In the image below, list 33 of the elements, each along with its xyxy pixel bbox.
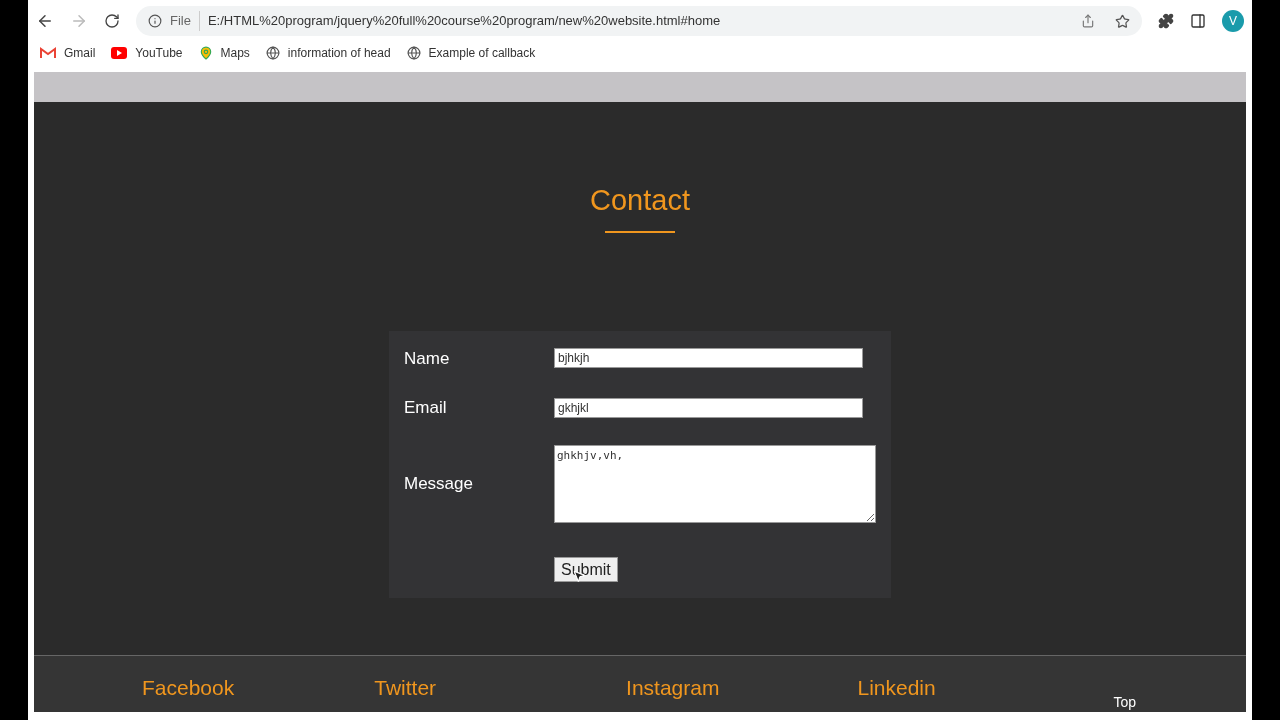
mail-icon	[40, 47, 56, 59]
bookmark[interactable]: YouTube	[111, 44, 183, 62]
reload-icon[interactable]	[104, 13, 120, 29]
top-link[interactable]: Top	[1113, 695, 1136, 709]
submit-button[interactable]: Submit	[554, 556, 618, 582]
side-panel-icon[interactable]	[1190, 13, 1206, 29]
map-pin-icon	[198, 46, 213, 60]
bookmark[interactable]: information of head	[265, 44, 391, 62]
footer-link[interactable]: Instagram	[626, 672, 720, 704]
field-label: Name	[404, 347, 451, 370]
globe-icon	[406, 46, 421, 60]
message-field[interactable]: ghkhjv,vh,	[554, 444, 876, 523]
info-icon	[148, 14, 162, 28]
address-bar[interactable]: File E:/HTML%20program/jquery%20full%20course%20program/new%20website.html#home	[136, 6, 1142, 36]
footer-link[interactable]: Facebook	[142, 672, 235, 704]
share-icon[interactable]	[1081, 14, 1095, 28]
text-field[interactable]: bjhkjh	[554, 348, 863, 369]
footer-link[interactable]: Linkedin	[857, 672, 936, 704]
back-icon[interactable]	[36, 12, 54, 30]
play-icon	[111, 47, 128, 59]
bookmark[interactable]: Example of callback	[406, 44, 536, 62]
url-text: E:/HTML%20program/jquery%20full%20course%20program/new%20website.html#home	[207, 12, 722, 31]
section-heading: Contact	[590, 183, 690, 218]
field-label: Message	[404, 472, 474, 495]
bookmark[interactable]: Gmail	[40, 44, 96, 62]
field-label: Email	[404, 397, 448, 419]
text-field[interactable]: gkhjkl	[554, 397, 863, 418]
star-icon[interactable]	[1115, 13, 1130, 29]
globe-icon	[265, 46, 280, 60]
extensions-icon[interactable]	[1158, 13, 1174, 29]
bookmark[interactable]: Maps	[198, 44, 250, 62]
url-label: File	[170, 11, 200, 31]
footer-link[interactable]: Twitter	[374, 672, 437, 704]
